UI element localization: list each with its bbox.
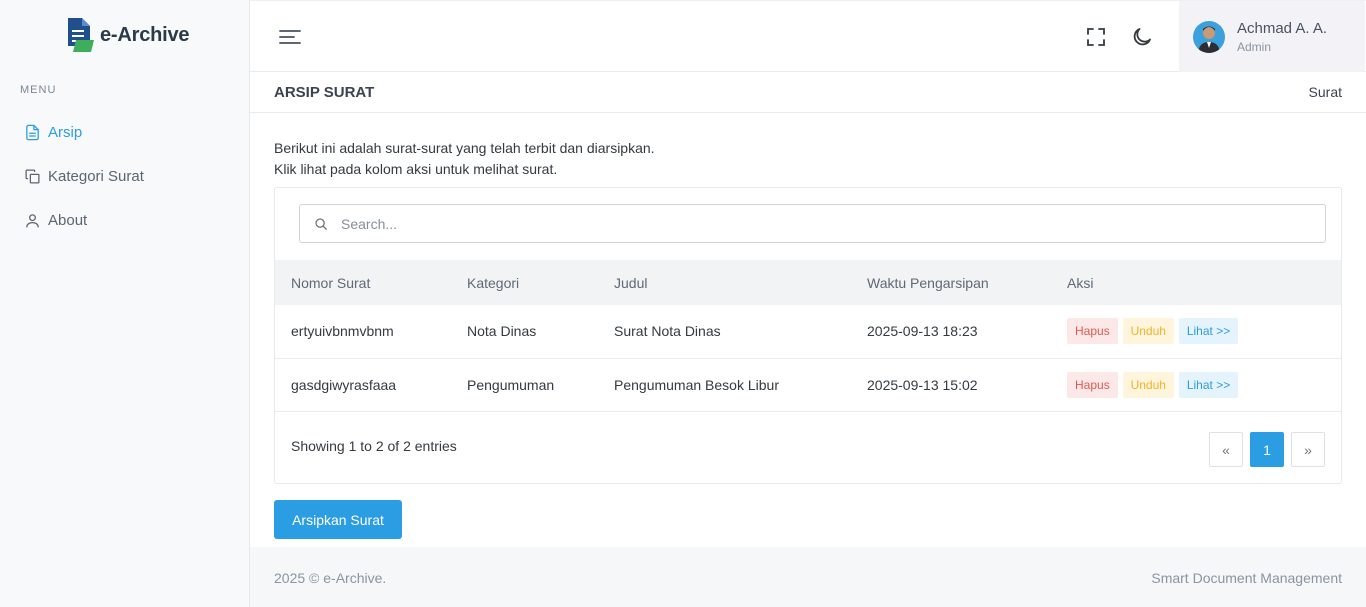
view-button[interactable]: Lihat >> [1178,318,1239,345]
delete-button[interactable]: Hapus [1067,371,1118,398]
column-header-kategori[interactable]: Kategori [451,260,598,305]
cell-actions: Hapus Unduh Lihat >> [1051,358,1341,411]
table-row: gasdgiwyrasfaaa Pengumuman Pengumuman Be… [275,358,1341,411]
cell-nomor-surat: gasdgiwyrasfaaa [291,376,397,393]
pagination-page-button[interactable]: 1 [1250,432,1284,467]
sidebar-item-about[interactable]: About [0,198,249,242]
user-name: Achmad A. A. [1237,19,1328,37]
footer: 2025 © e-Archive. Smart Document Managem… [250,547,1366,607]
topbar: Achmad A. A. Admin [250,0,1366,72]
delete-button[interactable]: Hapus [1067,318,1118,345]
menu-section-title: MENU [20,84,57,96]
archive-table: Nomor Surat Kategori Judul Waktu Pengars… [275,260,1341,412]
sidebar-nav: Arsip Kategori Surat About [0,110,249,242]
user-profile-dropdown[interactable]: Achmad A. A. Admin [1179,1,1365,72]
sidebar-item-label: Kategori Surat [48,167,144,185]
search-icon [315,217,327,230]
hamburger-menu-icon[interactable] [278,27,302,47]
view-button[interactable]: Lihat >> [1178,371,1239,398]
table-header-row: Nomor Surat Kategori Judul Waktu Pengars… [275,260,1341,305]
intro-line-1: Berikut ini adalah surat-surat yang tela… [274,140,655,156]
cell-kategori: Pengumuman [467,376,555,393]
download-button[interactable]: Unduh [1122,371,1174,398]
page-header: ARSIP SURAT Surat [250,72,1366,113]
cell-judul: Pengumuman Besok Libur [614,376,779,393]
pagination-prev-button[interactable]: « [1209,432,1243,467]
file-text-icon [26,124,39,140]
sidebar-item-arsip[interactable]: Arsip [0,110,249,154]
copy-icon [25,168,40,184]
sidebar-item-label: About [48,211,88,229]
user-icon [26,213,39,228]
archive-table-card: Nomor Surat Kategori Judul Waktu Pengars… [274,187,1342,484]
archive-letter-button[interactable]: Arsipkan Surat [274,500,402,539]
sidebar: e-Archive MENU Arsip Kategori Surat Abou… [0,0,250,607]
sidebar-item-label: Arsip [48,123,83,141]
footer-copyright: 2025 © e-Archive. [274,570,387,586]
cell-waktu: 2025-09-13 18:23 [867,323,978,340]
footer-tagline: Smart Document Management [1151,570,1342,586]
dark-mode-moon-icon[interactable] [1130,25,1154,49]
entries-info: Showing 1 to 2 of 2 entries [291,438,457,454]
sidebar-item-kategori-surat[interactable]: Kategori Surat [0,154,249,198]
cell-actions: Hapus Unduh Lihat >> [1051,305,1341,358]
download-button[interactable]: Unduh [1122,318,1174,345]
intro-line-2: Klik lihat pada kolom aksi untuk melihat… [274,161,558,177]
table-row: ertyuivbnmvbnm Nota Dinas Surat Nota Din… [275,305,1341,358]
avatar [1193,20,1225,53]
intro-text: Berikut ini adalah surat-surat yang tela… [274,138,655,180]
pagination: « 1 » [1202,432,1325,467]
breadcrumb[interactable]: Surat [1309,84,1342,100]
page-title: ARSIP SURAT [274,84,375,101]
column-header-waktu-pengarsipan[interactable]: Waktu Pengarsipan [851,260,1051,305]
cell-kategori: Nota Dinas [467,323,537,340]
column-header-nomor-surat[interactable]: Nomor Surat [275,260,451,305]
cell-nomor-surat: ertyuivbnmvbnm [291,323,394,340]
user-role: Admin [1237,39,1272,54]
cell-waktu: 2025-09-13 15:02 [867,376,978,393]
search-box[interactable] [299,204,1326,243]
pagination-next-button[interactable]: » [1291,432,1325,467]
app-logo[interactable]: e-Archive [66,16,190,54]
fullscreen-icon[interactable] [1084,25,1108,49]
column-header-aksi: Aksi [1067,274,1094,291]
avatar-image [1193,20,1225,53]
document-logo-icon [68,18,94,52]
column-header-judul[interactable]: Judul [598,260,851,305]
app-name: e-Archive [100,23,190,46]
cell-judul: Surat Nota Dinas [614,323,721,340]
search-input[interactable] [341,215,1241,232]
